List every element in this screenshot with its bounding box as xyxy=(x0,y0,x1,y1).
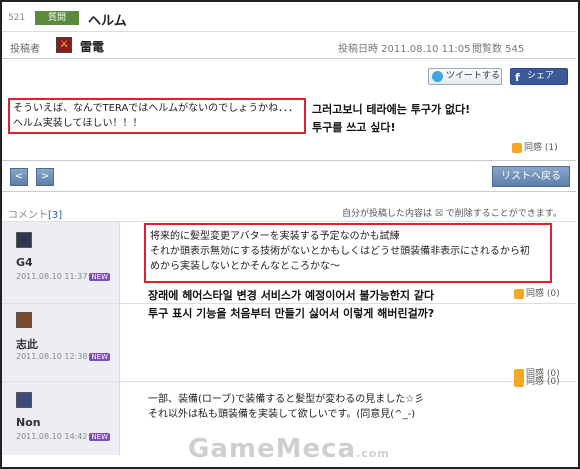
post-body-line: そういえば、なんでTERAではヘルムがないのでしょうかね．．． xyxy=(13,103,299,114)
tweet-button[interactable]: ツイートする xyxy=(428,68,502,85)
comment-line: それか頭表示無効にする技術がないとかもしくはどうせ頭装備非表示にされるから初 xyxy=(150,246,530,257)
post-title-bar: 521 質問 ヘルム xyxy=(2,2,576,32)
comment-text: 一部、装備(ローブ)で装備すると髪型が変わるの見ました☆彡 それ以外は私も頭装備… xyxy=(148,392,424,422)
next-post-button[interactable]: > xyxy=(36,168,54,186)
author-class-icon: ⚔ xyxy=(56,37,72,53)
comment-date: 2011.08.10 14:42 NEW xyxy=(16,432,110,441)
comment-author[interactable]: 志此 xyxy=(16,336,38,352)
new-badge: NEW xyxy=(89,352,110,361)
comment-date: 2011.08.10 12:38 NEW xyxy=(16,352,110,361)
comment-date-text: 2011.08.10 14:42 xyxy=(16,432,88,441)
thumbs-up-icon xyxy=(514,288,524,299)
comment-line: 一部、装備(ローブ)で装備すると髪型が変わるの見ました☆彡 xyxy=(148,394,425,405)
comment-like-button[interactable]: 同感 (0) xyxy=(514,286,560,299)
author-name[interactable]: 雷電 xyxy=(80,38,104,55)
comment-like-button[interactable]: 同感 (0) xyxy=(514,374,560,387)
thumbs-up-icon xyxy=(512,142,522,153)
facebook-share-label: シェア xyxy=(527,71,555,81)
korean-annotation: 그러고보니 테라에는 투구가 없다! 투구를 쓰고 싶다! xyxy=(312,101,470,137)
tweet-label: ツイートする xyxy=(446,71,501,81)
avatar xyxy=(16,392,32,408)
comment-author[interactable]: Non xyxy=(16,416,41,429)
comment-like-label: 同感 (0) xyxy=(526,377,560,387)
comment-item: 志此 2011.08.10 12:38 NEW 同感 (0) xyxy=(2,303,576,381)
facebook-icon: f xyxy=(515,71,520,84)
category-badge: 質問 xyxy=(35,11,79,25)
post-title: ヘルム xyxy=(88,14,127,29)
comment-author-panel: 志此 2011.08.10 12:38 NEW xyxy=(2,304,120,381)
post-meta-bar: 投稿者 ⚔ 雷電 投稿日時 2011.08.10 11:05 閲覧数 545 xyxy=(2,33,576,59)
comments-label: コメント xyxy=(8,210,48,221)
post-like-label: 同感 (1) xyxy=(524,143,558,153)
comment-date: 2011.08.10 11:37 NEW xyxy=(16,272,110,281)
avatar xyxy=(16,232,32,248)
comment-line: それ以外は私も頭装備を実装して欲しいです。(同意見(^_-) xyxy=(148,409,416,420)
annotation-line: 투구를 쓰고 싶다! xyxy=(312,121,396,134)
comment-line: めから実装しないとかそんなところかな～ xyxy=(150,261,340,272)
comment-date-text: 2011.08.10 11:37 xyxy=(16,272,88,281)
post-number: 521 xyxy=(8,13,26,23)
watermark-suffix: .com xyxy=(356,447,390,460)
comment-author-panel: Non 2011.08.10 14:42 NEW xyxy=(2,382,120,455)
previous-post-button[interactable]: < xyxy=(10,168,28,186)
thumbs-up-icon xyxy=(514,376,524,387)
post-body-highlight: そういえば、なんでTERAではヘルムがないのでしょうかね．．． ヘルム実装してほ… xyxy=(8,98,306,134)
comments-number: [3] xyxy=(48,210,63,221)
comment-like-label: 同感 (0) xyxy=(526,289,560,299)
avatar xyxy=(16,312,32,328)
facebook-share-button[interactable]: f シェア xyxy=(510,68,568,85)
author-label: 投稿者 xyxy=(10,44,40,55)
comment-line: 将来的に髪型変更アバターを実装する予定なのかも試練 xyxy=(150,231,400,242)
watermark-text: GameMeca xyxy=(188,434,357,464)
comment-author-panel: G4 2011.08.10 11:37 NEW xyxy=(2,222,120,303)
post-navigation: < > リストへ戻る xyxy=(2,160,576,192)
comment-date-text: 2011.08.10 12:38 xyxy=(16,352,88,361)
twitter-icon xyxy=(432,71,443,82)
post-like-button[interactable]: 同感 (1) xyxy=(512,140,558,153)
annotation-line: 그러고보니 테라에는 투구가 없다! xyxy=(312,103,471,116)
new-badge: NEW xyxy=(89,432,110,441)
comment-text-highlight: 将来的に髪型変更アバターを実装する予定なのかも試練 それか頭表示無効にする技術が… xyxy=(144,223,552,283)
back-to-list-button[interactable]: リストへ戻る xyxy=(492,166,570,187)
comment-author[interactable]: G4 xyxy=(16,256,33,269)
site-watermark: GameMeca.com xyxy=(188,434,390,464)
comments-note: 自分が投稿した内容は ☒ で削除することができます。 xyxy=(342,209,562,219)
view-count: 閲覧数 545 xyxy=(472,44,525,55)
comments-header: コメント[3] 自分が投稿した内容は ☒ で削除することができます。 xyxy=(2,204,576,221)
post-date: 投稿日時 2011.08.10 11:05 xyxy=(338,44,471,55)
new-badge: NEW xyxy=(89,272,110,281)
post-body-line: ヘルム実装してほしい！！！ xyxy=(13,118,143,129)
comments-count: コメント[3] xyxy=(8,206,62,221)
